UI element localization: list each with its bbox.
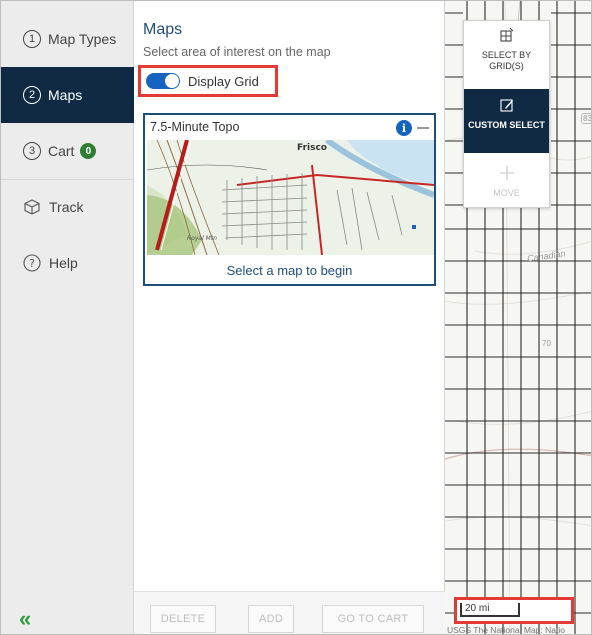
map-product-card[interactable]: 7.5-Minute Topo i Frisco Royal Mtn Selec…: [143, 113, 436, 286]
nav-item-track[interactable]: Track: [1, 179, 134, 235]
question-icon: ?: [23, 254, 41, 272]
nav-item-label: Help: [49, 255, 78, 271]
nav-item-label: Map Types: [48, 31, 117, 47]
map-attribution[interactable]: USGS The National Map: Natio: [447, 625, 565, 634]
maps-panel: Maps Select area of interest on the map …: [134, 1, 445, 634]
display-grid-toggle-highlight: Display Grid: [138, 65, 278, 97]
nav-item-label: Cart: [48, 143, 75, 159]
select-map-prompt[interactable]: Select a map to begin: [145, 263, 434, 278]
scale-bar: 20 mi: [460, 603, 520, 617]
app-frame: 1 Map Types 2 Maps 3 Cart 0 Track ? Help…: [0, 0, 592, 635]
cart-count-badge: 0: [80, 143, 97, 159]
display-grid-switch[interactable]: [146, 73, 180, 89]
topo-thumbnail: Frisco Royal Mtn: [147, 140, 434, 255]
collapse-panel-button[interactable]: «: [19, 608, 31, 630]
go-to-cart-button[interactable]: GO TO CART: [322, 605, 424, 633]
pencil-square-icon: [464, 97, 549, 116]
nav-item-help[interactable]: ? Help: [1, 235, 134, 291]
map-view[interactable]: Canadian 83 70 SELECT BY GRID(S) CUSTOM …: [445, 1, 592, 634]
nav-item-maps[interactable]: 2 Maps: [1, 67, 134, 123]
add-button[interactable]: ADD: [248, 605, 294, 633]
route-70-shield: 70: [542, 339, 551, 348]
move-label: MOVE: [493, 188, 520, 198]
panel-title: Maps: [143, 21, 183, 38]
scale-bar-highlight: 20 mi: [454, 597, 574, 624]
custom-select-label: CUSTOM SELECT: [468, 120, 545, 130]
thumb-label-royal-mtn: Royal Mtn: [187, 235, 217, 242]
left-nav: 1 Map Types 2 Maps 3 Cart 0 Track ? Help…: [1, 1, 134, 634]
nav-item-label: Maps: [48, 87, 83, 103]
step-number: 2: [23, 86, 41, 104]
nav-item-cart[interactable]: 3 Cart 0: [1, 123, 134, 179]
cube-icon: [23, 198, 41, 216]
selection-toolbox: SELECT BY GRID(S) CUSTOM SELECT MOVE: [463, 20, 550, 208]
panel-footer: DELETE ADD GO TO CART: [134, 591, 445, 634]
nav-item-label: Track: [49, 199, 84, 215]
custom-select-button[interactable]: CUSTOM SELECT: [464, 89, 549, 153]
delete-button[interactable]: DELETE: [150, 605, 216, 633]
thumb-label-frisco: Frisco: [297, 143, 327, 153]
select-by-grid-button[interactable]: SELECT BY GRID(S): [464, 27, 549, 87]
svg-text:?: ?: [29, 257, 35, 270]
grid-select-icon: [464, 27, 549, 46]
collapse-dash-icon[interactable]: [417, 127, 429, 129]
step-number: 1: [23, 30, 41, 48]
display-grid-label: Display Grid: [188, 73, 259, 89]
move-icon: [464, 165, 549, 184]
card-title: 7.5-Minute Topo: [150, 120, 240, 134]
panel-subtitle: Select area of interest on the map: [143, 45, 331, 59]
select-by-grid-label: SELECT BY GRID(S): [481, 50, 532, 71]
nav-item-map-types[interactable]: 1 Map Types: [1, 11, 134, 67]
info-icon[interactable]: i: [396, 120, 412, 136]
step-number: 3: [23, 142, 41, 160]
move-button[interactable]: MOVE: [464, 165, 549, 205]
route-83-shield: 83: [581, 113, 592, 124]
